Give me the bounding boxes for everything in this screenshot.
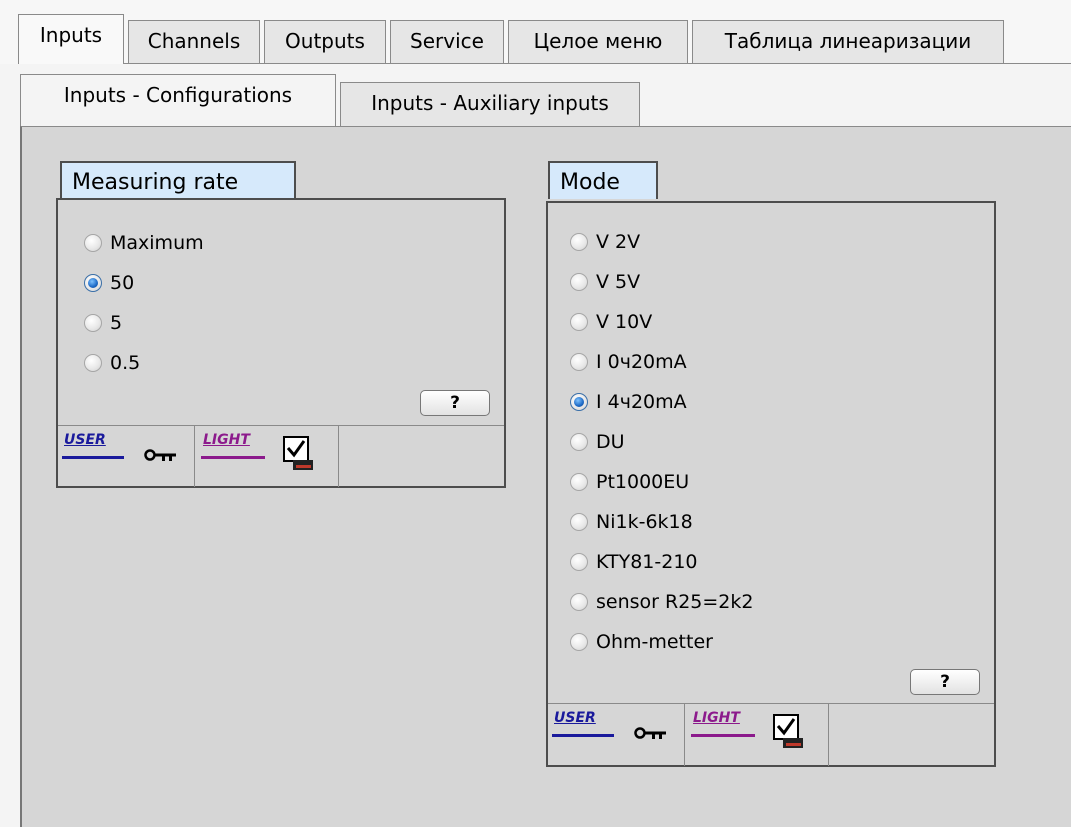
option-label: V 5V — [596, 271, 641, 293]
radio-button-selected[interactable] — [570, 393, 588, 411]
measuring-rate-option-0-5[interactable]: 0.5 — [84, 350, 140, 376]
key-icon — [144, 449, 176, 461]
key-icon — [634, 727, 666, 739]
user-badge-underline — [62, 456, 124, 459]
radio-button[interactable] — [84, 314, 102, 332]
radio-button[interactable] — [84, 354, 102, 372]
measuring-rate-footer: USER LIGHT — [58, 425, 504, 487]
tab-channels[interactable]: Channels — [128, 20, 260, 64]
mode-option-v-2v[interactable]: V 2V — [570, 229, 640, 255]
tab-strip-divider — [124, 63, 1071, 64]
option-label: V 10V — [596, 311, 653, 333]
mode-option-ohm-metter[interactable]: Ohm-metter — [570, 629, 713, 655]
light-badge-underline — [201, 456, 265, 459]
option-label: 0.5 — [110, 352, 141, 374]
option-label: Maximum — [110, 232, 204, 254]
light-badge-underline — [691, 734, 755, 737]
radio-button[interactable] — [570, 313, 588, 331]
measuring-rate-option-50[interactable]: 50 — [84, 270, 134, 296]
option-label: 5 — [110, 312, 123, 334]
option-label: KTY81-210 — [596, 551, 698, 573]
footer-divider — [828, 704, 829, 766]
footer-divider — [338, 426, 339, 487]
radio-button[interactable] — [570, 353, 588, 371]
user-access-cell: USER — [548, 704, 684, 766]
light-mode-cell: LIGHT — [685, 704, 828, 766]
measuring-rate-group: Maximum 50 5 0.5 ? USER LIGHT — [56, 198, 506, 488]
mode-help-button[interactable]: ? — [910, 669, 980, 695]
light-badge: LIGHT — [693, 710, 740, 726]
tab-service[interactable]: Service — [390, 20, 504, 64]
user-badge-underline — [552, 734, 614, 737]
measuring-rate-option-5[interactable]: 5 — [84, 310, 122, 336]
mode-option-v-5v[interactable]: V 5V — [570, 269, 640, 295]
subtab-inputs-auxiliary[interactable]: Inputs - Auxiliary inputs — [340, 82, 640, 127]
mode-option-du[interactable]: DU — [570, 429, 625, 455]
radio-button[interactable] — [570, 233, 588, 251]
option-label: I 0ч20mA — [596, 351, 687, 373]
subtab-inputs-configurations[interactable]: Inputs - Configurations — [20, 74, 336, 127]
tab-inputs[interactable]: Inputs — [18, 14, 124, 64]
light-mode-cell: LIGHT — [195, 426, 338, 487]
tab-linearization-table[interactable]: Таблица линеаризации — [692, 20, 1004, 64]
mode-footer: USER LIGHT — [548, 703, 994, 766]
option-label: 50 — [110, 272, 135, 294]
radio-button[interactable] — [570, 553, 588, 571]
mode-option-sensor-r25[interactable]: sensor R25=2k2 — [570, 589, 753, 615]
option-label: sensor R25=2k2 — [596, 591, 754, 613]
radio-button[interactable] — [570, 473, 588, 491]
option-label: DU — [596, 431, 625, 453]
option-label: I 4ч20mA — [596, 391, 687, 413]
measuring-rate-title: Measuring rate — [60, 161, 296, 199]
user-badge: USER — [554, 710, 596, 726]
radio-button[interactable] — [570, 273, 588, 291]
radio-button[interactable] — [570, 513, 588, 531]
tab-whole-menu[interactable]: Целое меню — [508, 20, 688, 64]
radio-button[interactable] — [84, 234, 102, 252]
radio-button[interactable] — [570, 593, 588, 611]
option-label: Pt1000EU — [596, 471, 690, 493]
user-badge: USER — [64, 432, 106, 448]
configuration-page: Measuring rate Maximum 50 5 0.5 ? USER L… — [20, 126, 1071, 827]
measuring-rate-option-maximum[interactable]: Maximum — [84, 230, 204, 256]
option-label: Ni1k-6k18 — [596, 511, 693, 533]
option-label: V 2V — [596, 231, 641, 253]
radio-button[interactable] — [570, 633, 588, 651]
mode-title: Mode — [548, 161, 658, 199]
radio-button-selected[interactable] — [84, 274, 102, 292]
radio-button[interactable] — [570, 433, 588, 451]
mode-option-ni1k-6k18[interactable]: Ni1k-6k18 — [570, 509, 693, 535]
option-label: Ohm-metter — [596, 631, 713, 653]
user-access-cell: USER — [58, 426, 194, 487]
mode-option-i-4-20ma[interactable]: I 4ч20mA — [570, 389, 687, 415]
light-badge: LIGHT — [203, 432, 250, 448]
mode-option-v-10v[interactable]: V 10V — [570, 309, 652, 335]
mode-group: V 2V V 5V V 10V I 0ч20mA I 4ч20mA DU Pt1… — [546, 201, 996, 767]
measuring-rate-help-button[interactable]: ? — [420, 390, 490, 416]
mode-option-kty81-210[interactable]: KTY81-210 — [570, 549, 698, 575]
checkbox-monitor-icon — [773, 714, 803, 748]
mode-option-pt1000eu[interactable]: Pt1000EU — [570, 469, 689, 495]
tab-outputs[interactable]: Outputs — [264, 20, 386, 64]
checkbox-monitor-icon — [283, 436, 313, 470]
mode-option-i-0-20ma[interactable]: I 0ч20mA — [570, 349, 687, 375]
